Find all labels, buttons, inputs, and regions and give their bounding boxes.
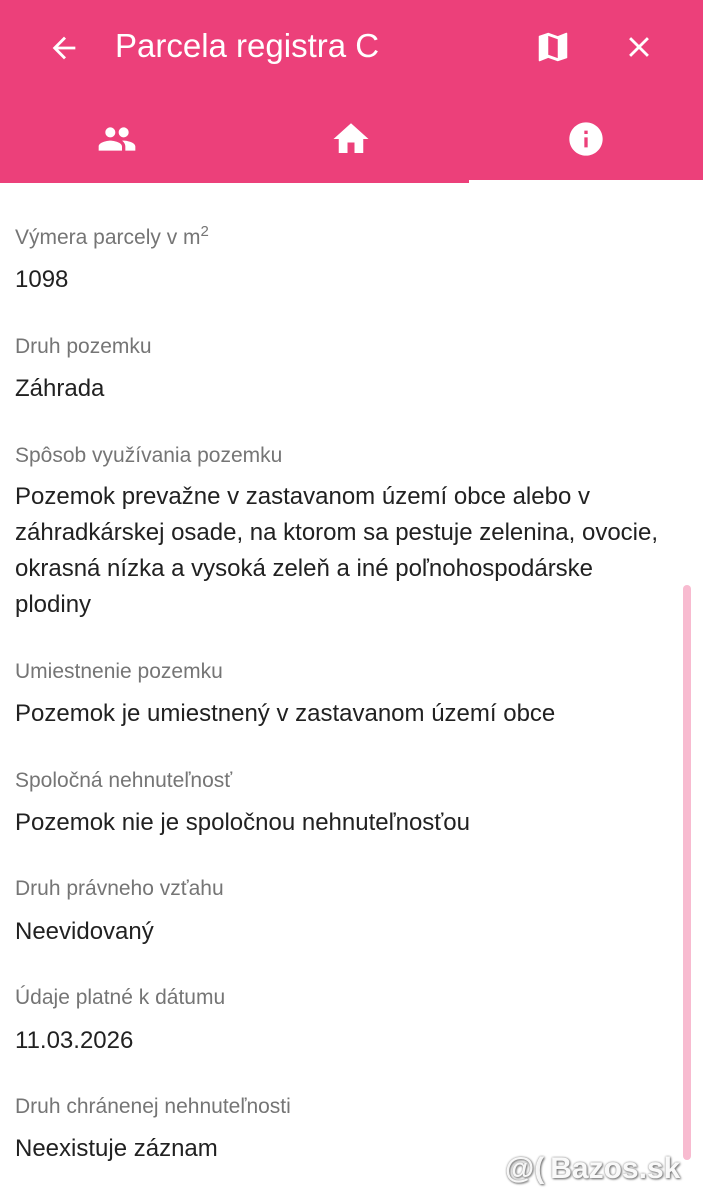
field-label-land-use: Spôsob využívania pozemku (15, 444, 283, 467)
field-value-common-property: Pozemok nie je spoločnou nehnuteľnosťou (15, 809, 470, 836)
tab-bar (0, 94, 703, 183)
info-icon (569, 121, 603, 156)
home-icon (333, 122, 369, 153)
page-title: Parcela registra C (115, 27, 380, 64)
toolbar: Parcela registra C (0, 0, 703, 94)
field-label-protected-property: Druh chránenej nehnuteľnosti (15, 1095, 291, 1118)
field-value-area: 1098 (15, 266, 69, 293)
close-icon (629, 37, 649, 57)
field-label-land-type: Druh pozemku (15, 335, 152, 358)
map-button[interactable] (528, 22, 578, 72)
tab-info[interactable] (468, 94, 703, 183)
field-label-location: Umiestnenie pozemku (15, 660, 223, 683)
field-value-land-use: Pozemok prevažne v zastavanom území obce… (15, 483, 659, 618)
map-icon (538, 32, 568, 62)
back-button[interactable] (40, 24, 88, 72)
tab-property[interactable] (234, 94, 468, 183)
scrollbar-thumb[interactable] (683, 585, 691, 1160)
watermark: @( Bazos.sk (505, 1152, 680, 1186)
tab-owners[interactable] (0, 94, 234, 183)
parcel-details: Výmera parcely v m2 1098 Druh pozemku Zá… (0, 183, 703, 1200)
field-label-common-property: Spoločná nehnuteľnosť (15, 769, 233, 792)
area-unit-superscript: 2 (200, 223, 209, 240)
watermark-symbol: @( (505, 1152, 545, 1185)
watermark-text: Bazos.sk (550, 1152, 681, 1185)
field-label-legal-relation: Druh právneho vzťahu (15, 877, 224, 900)
people-icon (98, 126, 136, 151)
field-value-location: Pozemok je umiestnený v zastavanom území… (15, 700, 556, 727)
app-bar: Parcela registra C (0, 0, 703, 183)
close-button[interactable] (614, 22, 664, 72)
field-value-valid-date: 11.03.2026 (15, 1027, 134, 1054)
field-value-land-type: Záhrada (15, 375, 105, 402)
arrow-back-icon (52, 36, 76, 60)
field-label-valid-date: Údaje platné k dátumu (15, 986, 226, 1009)
field-label-area: Výmera parcely v m2 (15, 223, 209, 249)
field-value-legal-relation: Neevidovaný (15, 918, 154, 945)
